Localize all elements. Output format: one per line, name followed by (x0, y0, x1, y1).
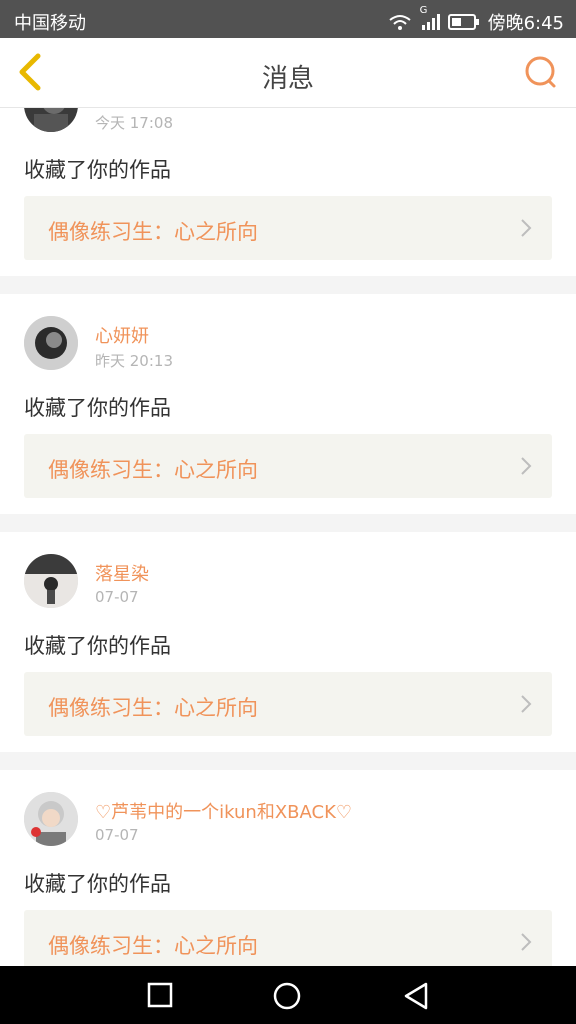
work-link[interactable]: 偶像练习生：心之所向 (24, 196, 552, 260)
message-time: 07-07 (95, 826, 139, 844)
battery-icon (447, 14, 480, 30)
username[interactable]: ♡芦苇中的一个ikun和XBACK♡ (95, 798, 352, 824)
avatar[interactable] (24, 792, 78, 846)
message-card: 今天 17:08 收藏了你的作品 偶像练习生：心之所向 (0, 108, 576, 276)
search-icon (525, 56, 556, 88)
message-time: 07-07 (95, 588, 139, 606)
work-link[interactable]: 偶像练习生：心之所向 (24, 434, 552, 498)
chevron-right-icon (521, 933, 532, 951)
chevron-right-icon (521, 457, 532, 475)
message-action: 收藏了你的作品 (24, 396, 171, 420)
network-type-label: G (419, 5, 428, 16)
message-list: 今天 17:08 收藏了你的作品 偶像练习生：心之所向 心妍妍 昨天 20:13… (0, 108, 576, 966)
carrier-label: 中国移动 (14, 13, 86, 34)
circle-home-icon (273, 982, 301, 1010)
status-icons: G 傍晚6:45 (388, 5, 564, 35)
page-title: 消息 (261, 64, 314, 94)
signal-icon: G (420, 5, 440, 31)
work-title: 偶像练习生：心之所向 (48, 934, 258, 958)
top-bar: 消息 (0, 38, 576, 108)
message-time: 今天 17:08 (95, 114, 173, 132)
recent-apps-button[interactable] (146, 981, 174, 1013)
avatar[interactable] (24, 316, 78, 370)
username[interactable]: 落星染 (95, 560, 149, 586)
work-title: 偶像练习生：心之所向 (48, 220, 258, 244)
avatar[interactable] (24, 554, 78, 608)
message-action: 收藏了你的作品 (24, 872, 171, 896)
message-action: 收藏了你的作品 (24, 634, 171, 658)
square-icon (147, 982, 173, 1008)
message-action: 收藏了你的作品 (24, 158, 171, 182)
status-bar: 中国移动 G 傍晚6:45 (0, 0, 576, 38)
work-link[interactable]: 偶像练习生：心之所向 (24, 910, 552, 966)
message-card: 落星染 07-07 收藏了你的作品 偶像练习生：心之所向 (0, 532, 576, 752)
triangle-back-icon (404, 982, 428, 1010)
search-button[interactable] (524, 55, 558, 89)
message-time: 昨天 20:13 (95, 352, 173, 370)
system-nav-bar (0, 966, 576, 1024)
home-button[interactable] (272, 981, 302, 1015)
work-title: 偶像练习生：心之所向 (48, 458, 258, 482)
back-nav-button[interactable] (402, 981, 430, 1015)
clock: 傍晚6:45 (487, 13, 564, 34)
message-card: 心妍妍 昨天 20:13 收藏了你的作品 偶像练习生：心之所向 (0, 294, 576, 514)
wifi-icon (388, 13, 412, 31)
work-link[interactable]: 偶像练习生：心之所向 (24, 672, 552, 736)
avatar[interactable] (24, 108, 78, 132)
username[interactable]: 心妍妍 (95, 322, 149, 348)
chevron-right-icon (521, 695, 532, 713)
work-title: 偶像练习生：心之所向 (48, 696, 258, 720)
message-card: ♡芦苇中的一个ikun和XBACK♡ 07-07 收藏了你的作品 偶像练习生：心… (0, 770, 576, 966)
chevron-right-icon (521, 219, 532, 237)
